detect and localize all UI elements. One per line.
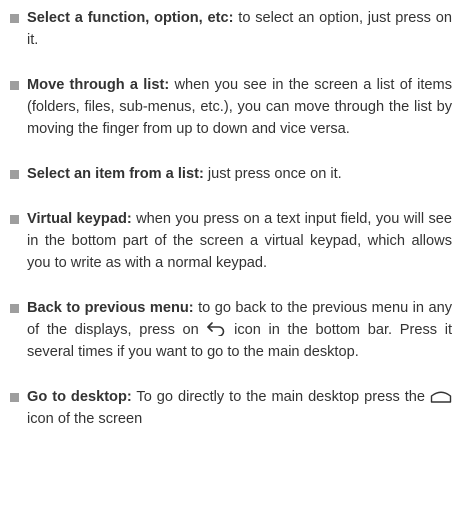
home-icon (430, 390, 452, 403)
bullet-square (10, 170, 19, 179)
list-item-go-to-desktop: Go to desktop: To go directly to the mai… (10, 386, 452, 430)
bullet-square (10, 14, 19, 23)
item-term: Go to desktop: (27, 389, 132, 405)
bullet-square (10, 215, 19, 224)
item-text: just press once on it. (203, 166, 342, 182)
item-term: Select a function, option, etc: (27, 10, 234, 26)
instructions-page: Select a function, option, etc: to selec… (0, 0, 460, 528)
item-term: Back to previous menu: (27, 300, 194, 316)
item-term: Move through a list: (27, 77, 170, 93)
bullet-square (10, 81, 19, 90)
bullet-square (10, 304, 19, 313)
list-item-virtual-keypad: Virtual keypad: when you press on a text… (10, 208, 452, 274)
back-arrow-icon (206, 322, 226, 336)
list-item-select-function: Select a function, option, etc: to selec… (10, 7, 452, 51)
bullet-square (10, 393, 19, 402)
item-text-after: icon of the screen (27, 411, 143, 427)
list-item-select-item: Select an item from a list: just press o… (10, 163, 452, 185)
item-term: Select an item from a list: (27, 166, 204, 182)
list-item-back-to-previous-menu: Back to previous menu: to go back to the… (10, 297, 452, 363)
item-text-before: To go directly to the main desktop press… (131, 389, 430, 405)
list-item-move-through-list: Move through a list: when you see in the… (10, 74, 452, 140)
item-term: Virtual keypad: (27, 211, 132, 227)
